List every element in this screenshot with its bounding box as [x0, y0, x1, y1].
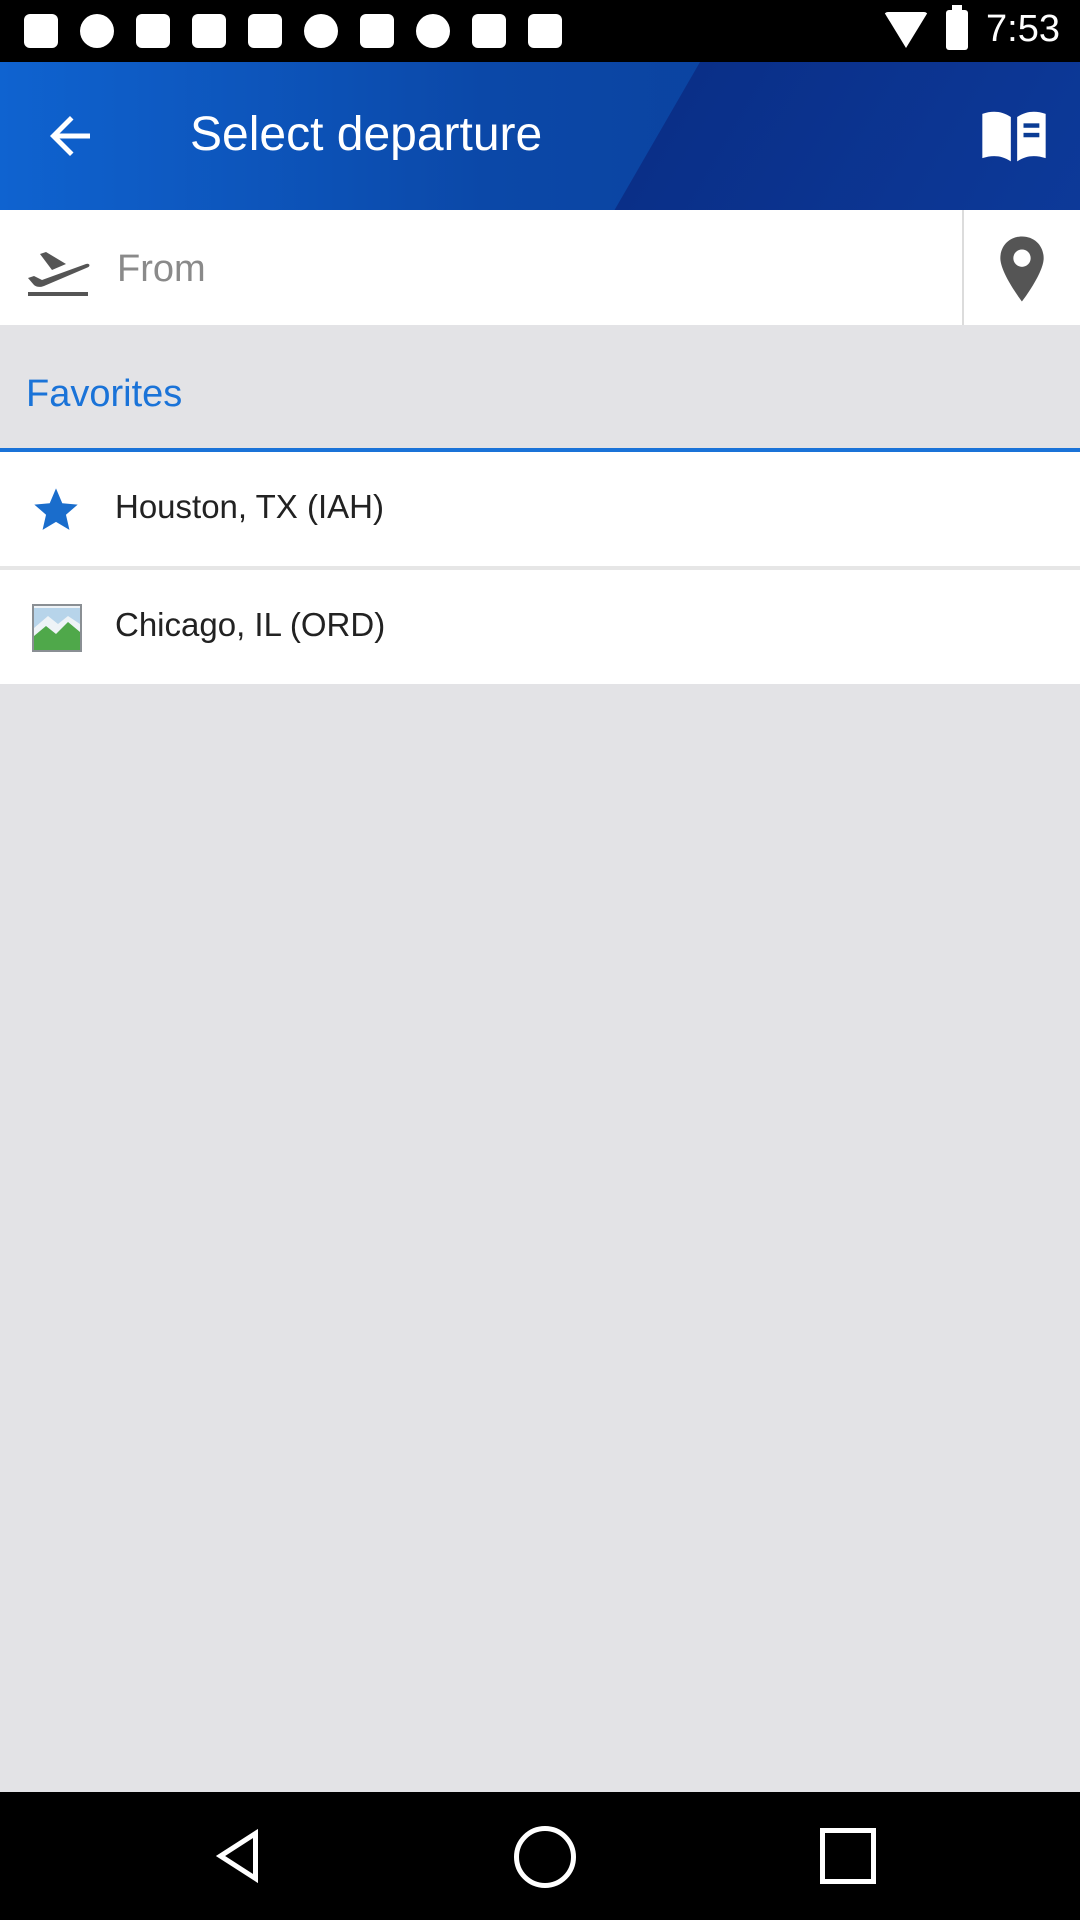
favorites-title: Favorites [26, 373, 183, 415]
favorites-section-header: Favorites [0, 325, 1080, 450]
phone-icon [192, 14, 226, 48]
airplane-takeoff-icon [28, 252, 90, 296]
usa-today-icon [248, 14, 282, 48]
link-icon [304, 14, 338, 48]
wifi-icon [884, 11, 929, 48]
favorite-label: Chicago, IL (ORD) [115, 606, 386, 643]
run-icon [416, 14, 450, 48]
favorite-label: Houston, TX (IAH) [115, 488, 384, 525]
book-icon[interactable] [976, 98, 1052, 174]
vertical-divider [962, 210, 964, 325]
usb-icon [80, 14, 114, 48]
battery-icon [946, 4, 969, 50]
facebook-icon [136, 14, 170, 48]
cassette-icon [360, 14, 394, 48]
from-input[interactable] [115, 238, 919, 300]
favorite-item-houston[interactable]: Houston, TX (IAH) [0, 452, 1080, 566]
departure-search-row [0, 210, 1080, 327]
notification-icons [24, 14, 562, 48]
back-arrow-icon[interactable] [40, 106, 100, 166]
status-bar: 7:53 [0, 0, 1080, 62]
violin-icon [472, 14, 506, 48]
favorite-item-chicago[interactable]: Chicago, IL (ORD) [0, 570, 1080, 684]
location-pin-icon[interactable] [996, 234, 1048, 304]
broken-image-icon [32, 604, 82, 652]
app-bar: Select departure [0, 62, 1080, 210]
nav-back-icon[interactable] [208, 1826, 268, 1886]
star-icon [34, 488, 78, 530]
page-title: Select departure [190, 108, 543, 161]
messages-icon [24, 14, 58, 48]
status-time: 7:53 [986, 8, 1060, 50]
media-icon [528, 14, 562, 48]
nav-recent-apps-icon[interactable] [820, 1828, 876, 1884]
nav-home-icon[interactable] [514, 1826, 576, 1888]
system-nav-bar [0, 1792, 1080, 1920]
